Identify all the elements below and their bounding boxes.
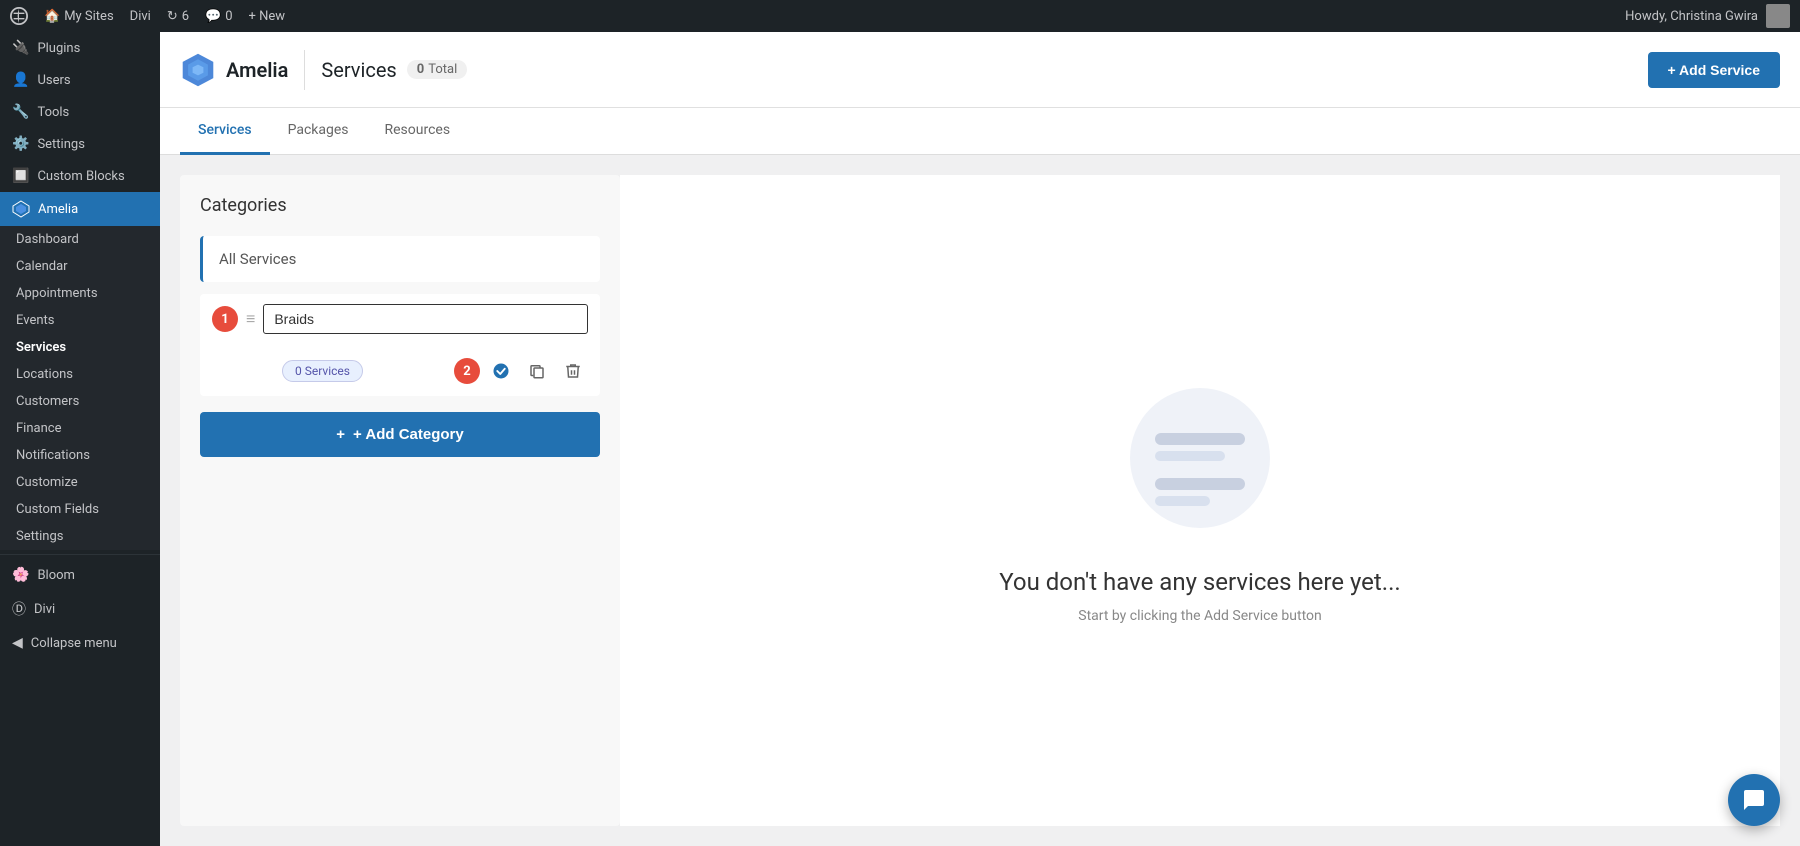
tab-services[interactable]: Services <box>180 108 270 155</box>
sidebar-item-calendar[interactable]: Calendar <box>0 253 160 280</box>
categories-title: Categories <box>200 195 600 216</box>
all-services-item[interactable]: All Services <box>200 236 600 282</box>
sidebar: 🔌 Plugins 👤 Users 🔧 Tools ⚙️ Settings 🔲 … <box>0 32 160 846</box>
sidebar-item-divi-bottom[interactable]: Ⓓ Divi <box>0 591 160 627</box>
main-content: Categories All Services 1 ≡ 0 Services <box>160 155 1800 846</box>
sidebar-item-collapse[interactable]: ◀ Collapse menu <box>0 627 160 659</box>
content-area: Amelia Services 0 Total + Add Service Se… <box>160 32 1800 846</box>
confirm-button[interactable] <box>486 356 516 386</box>
wp-logo-item[interactable] <box>10 7 28 25</box>
copy-icon <box>528 362 546 380</box>
users-icon: 👤 <box>12 72 29 88</box>
action-number: 2 <box>454 358 480 384</box>
admin-bar-right: Howdy, Christina Gwira <box>1625 4 1790 28</box>
categories-panel: Categories All Services 1 ≡ 0 Services <box>180 175 620 826</box>
sidebar-item-services[interactable]: Services <box>0 334 160 361</box>
divi-icon: Ⓓ <box>12 599 26 619</box>
custom-blocks-icon: 🔲 <box>12 168 29 184</box>
greeting-text: Howdy, Christina Gwira <box>1625 9 1758 24</box>
add-service-button[interactable]: + Add Service <box>1648 52 1780 88</box>
header-left: Amelia Services 0 Total <box>180 50 467 90</box>
add-category-icon: + <box>336 426 345 443</box>
settings-icon: ⚙️ <box>12 136 29 152</box>
sidebar-item-settings[interactable]: ⚙️ Settings <box>0 128 160 160</box>
divi-item[interactable]: Divi <box>130 9 151 24</box>
chat-icon <box>1742 788 1766 812</box>
drag-handle-icon[interactable]: ≡ <box>246 309 255 329</box>
amelia-header-item[interactable]: Amelia <box>0 192 160 226</box>
sidebar-item-notifications[interactable]: Notifications <box>0 442 160 469</box>
delete-button[interactable] <box>558 356 588 386</box>
amelia-submenu: Dashboard Calendar Appointments Events S… <box>0 226 160 550</box>
sidebar-extra-section: 🌸 Bloom Ⓓ Divi ◀ Collapse menu <box>0 554 160 659</box>
chat-button[interactable] <box>1728 774 1780 826</box>
page-header: Amelia Services 0 Total + Add Service <box>160 32 1800 108</box>
sidebar-item-customize[interactable]: Customize <box>0 469 160 496</box>
sidebar-item-users[interactable]: 👤 Users <box>0 64 160 96</box>
total-badge: 0 Total <box>407 60 468 79</box>
updates-icon: ↻ <box>167 9 178 24</box>
add-category-label: + Add Category <box>353 426 464 443</box>
comments-icon: 💬 <box>205 9 221 24</box>
total-count: 0 <box>417 62 424 77</box>
tools-icon: 🔧 <box>12 104 29 120</box>
services-badge: 0 Services <box>282 360 363 382</box>
category-number: 1 <box>212 306 238 332</box>
empty-state-svg <box>1100 378 1300 538</box>
updates-item[interactable]: ↻ 6 <box>167 9 189 24</box>
category-name-input[interactable] <box>263 304 588 334</box>
collapse-icon: ◀ <box>12 635 23 651</box>
logo-icon <box>180 52 216 88</box>
empty-state-subtitle: Start by clicking the Add Service button <box>1078 608 1321 624</box>
header-title-area: Services 0 Total <box>321 58 467 82</box>
new-item[interactable]: + New <box>249 9 286 24</box>
plugins-icon: 🔌 <box>12 40 29 56</box>
sidebar-item-custom-fields[interactable]: Custom Fields <box>0 496 160 523</box>
my-sites-icon: 🏠 <box>44 9 60 24</box>
admin-bar: 🏠 My Sites Divi ↻ 6 💬 0 + New Howdy, Chr… <box>0 0 1800 32</box>
empty-state-illustration <box>1100 378 1300 538</box>
amelia-sidebar-icon <box>12 200 30 218</box>
amelia-section: Amelia Dashboard Calendar Appointments E… <box>0 192 160 550</box>
sidebar-item-plugins[interactable]: 🔌 Plugins <box>0 32 160 64</box>
category-item: 1 ≡ 0 Services 2 <box>200 294 600 396</box>
tab-resources[interactable]: Resources <box>367 108 469 155</box>
confirm-icon <box>492 362 510 380</box>
sidebar-item-finance[interactable]: Finance <box>0 415 160 442</box>
sidebar-item-customers[interactable]: Customers <box>0 388 160 415</box>
my-sites-item[interactable]: 🏠 My Sites <box>44 9 114 24</box>
copy-button[interactable] <box>522 356 552 386</box>
chevron-icon <box>152 201 160 217</box>
tab-packages[interactable]: Packages <box>270 108 367 155</box>
trash-icon <box>564 362 582 380</box>
sidebar-item-amelia-settings[interactable]: Settings <box>0 523 160 550</box>
bloom-icon: 🌸 <box>12 567 29 583</box>
empty-state-title: You don't have any services here yet... <box>999 568 1401 596</box>
sidebar-item-locations[interactable]: Locations <box>0 361 160 388</box>
header-divider <box>304 50 305 90</box>
empty-state-panel: You don't have any services here yet... … <box>620 175 1780 826</box>
comments-item[interactable]: 💬 0 <box>205 9 233 24</box>
tabs-bar: Services Packages Resources <box>160 108 1800 155</box>
category-actions: 2 <box>454 356 588 386</box>
amelia-logo: Amelia <box>180 52 288 88</box>
page-title: Services <box>321 58 396 82</box>
all-services-label: All Services <box>219 250 296 268</box>
sidebar-item-tools[interactable]: 🔧 Tools <box>0 96 160 128</box>
sidebar-item-appointments[interactable]: Appointments <box>0 280 160 307</box>
avatar <box>1766 4 1790 28</box>
add-service-label: + Add Service <box>1668 62 1760 78</box>
sidebar-item-events[interactable]: Events <box>0 307 160 334</box>
add-category-button[interactable]: + + Add Category <box>200 412 600 457</box>
sidebar-item-bloom[interactable]: 🌸 Bloom <box>0 559 160 591</box>
total-label: Total <box>428 62 457 77</box>
sidebar-item-custom-blocks[interactable]: 🔲 Custom Blocks <box>0 160 160 192</box>
logo-text: Amelia <box>226 58 288 82</box>
sidebar-item-dashboard[interactable]: Dashboard <box>0 226 160 253</box>
